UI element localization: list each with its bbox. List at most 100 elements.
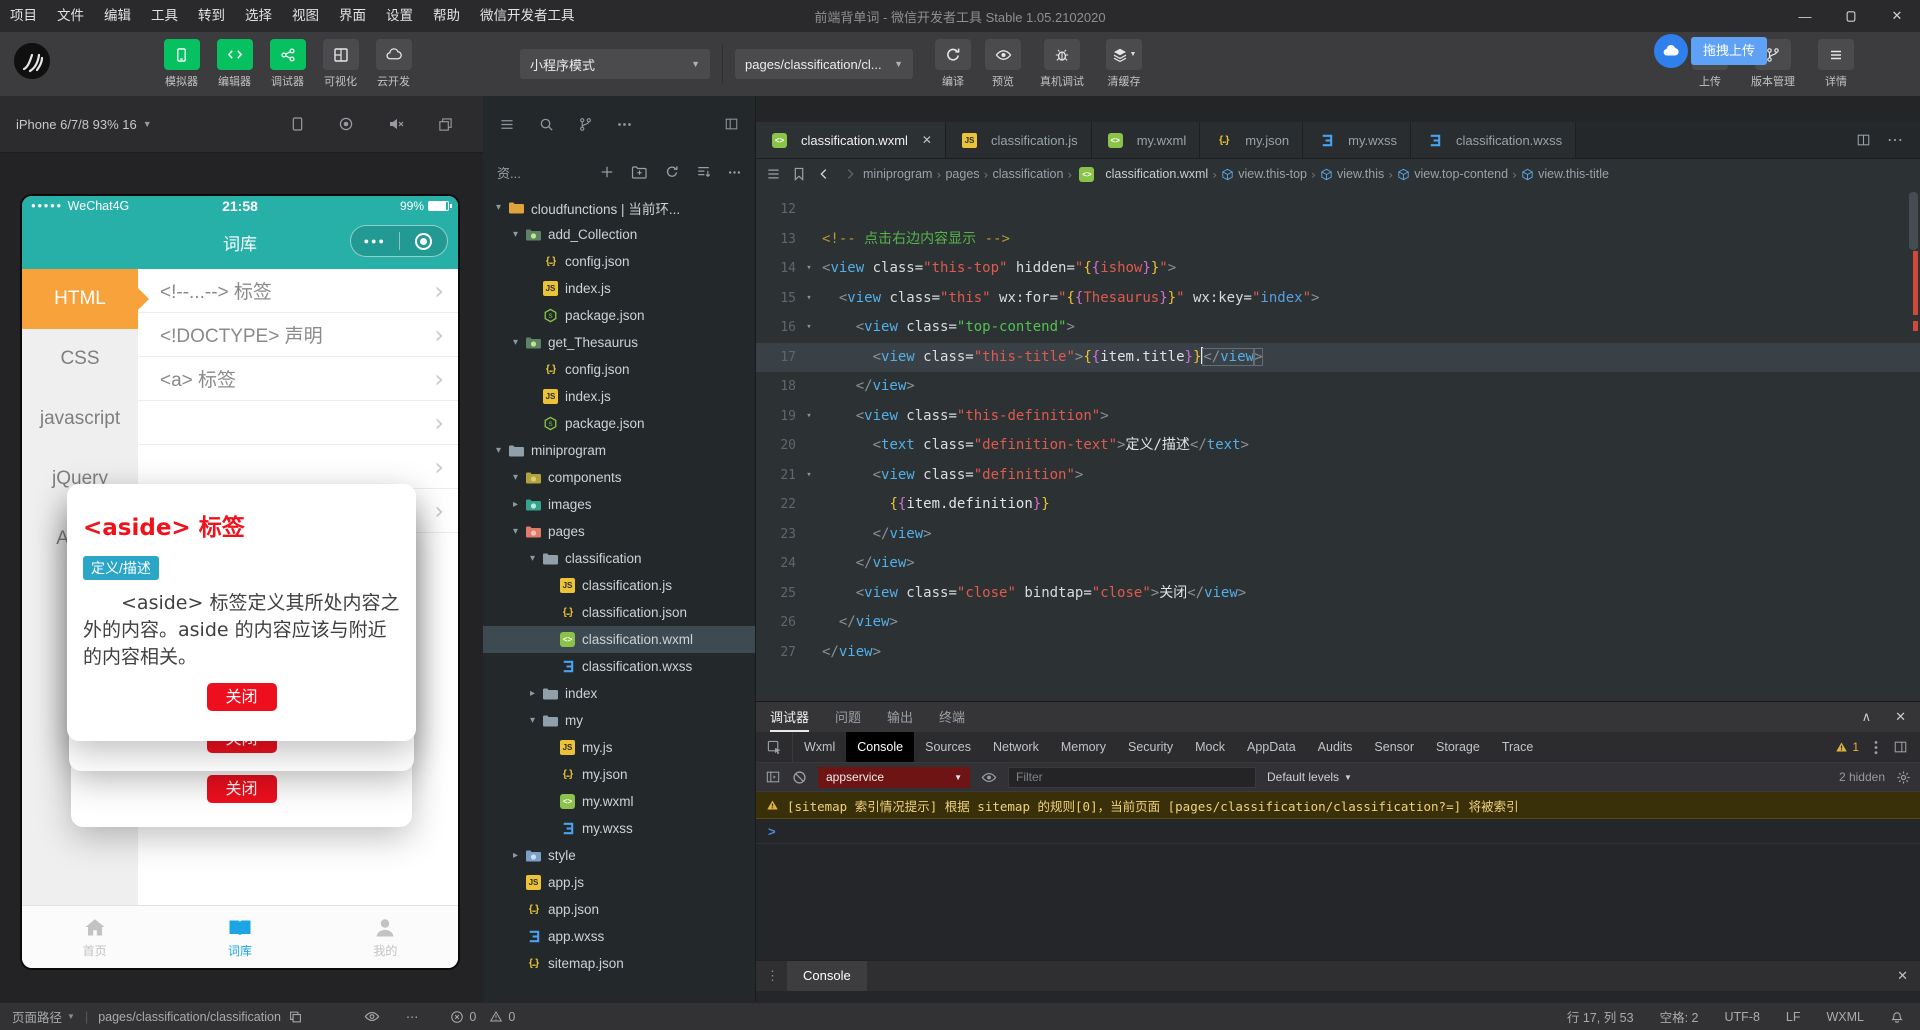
tree-item-config.json[interactable]: {..} config.json xyxy=(483,248,755,275)
list-item-<a> 标签[interactable]: <a> 标签 › xyxy=(138,357,458,401)
breadcrumb-item-view.this-top[interactable]: view.this-top xyxy=(1221,167,1307,181)
menu-item-工具[interactable]: 工具 xyxy=(141,0,188,32)
code-line-17[interactable]: 17 <view class="this-title">{{item.title… xyxy=(756,342,1920,372)
cursor-position[interactable]: 行 17, 列 53 xyxy=(1567,1007,1634,1026)
fold-arrow-icon[interactable]: ▾ xyxy=(796,461,822,491)
sidebar-item-CSS[interactable]: CSS xyxy=(22,329,138,389)
tree-item-my[interactable]: ▾ my xyxy=(483,707,755,734)
menu-item-选择[interactable]: 选择 xyxy=(235,0,282,32)
close-button[interactable]: 关闭 xyxy=(206,683,277,711)
indent-setting[interactable]: 空格: 2 xyxy=(1660,1007,1699,1026)
more-icon[interactable] xyxy=(617,122,632,127)
breadcrumb-item-view.top-contend[interactable]: view.top-contend xyxy=(1397,167,1508,181)
toolbar-button-真机调试[interactable]: 真机调试 xyxy=(1029,39,1095,89)
drawer-tab-输出[interactable]: 输出 xyxy=(887,702,913,732)
tree-item-index.js[interactable]: JS index.js xyxy=(483,275,755,302)
outline-icon[interactable] xyxy=(766,168,781,180)
inspect-element-icon[interactable] xyxy=(756,732,793,762)
console-drawer-tab[interactable]: Console xyxy=(787,961,867,991)
menu-item-界面[interactable]: 界面 xyxy=(329,0,376,32)
code-line-16[interactable]: 16 ▾ <view class="top-contend"> xyxy=(756,313,1920,343)
editor-tab-my.json[interactable]: {..} my.json xyxy=(1200,122,1304,158)
cloud-upload-icon[interactable] xyxy=(1654,34,1688,68)
tree-item-pages[interactable]: ▾ pages xyxy=(483,518,755,545)
breadcrumb-item-classification.wxml[interactable]: <> classification.wxml xyxy=(1076,166,1208,182)
tree-item-get_Thesaurus[interactable]: ▾ get_Thesaurus xyxy=(483,329,755,356)
menu-item-视图[interactable]: 视图 xyxy=(282,0,329,32)
tree-item-my.json[interactable]: {..} my.json xyxy=(483,761,755,788)
close-button[interactable]: 关闭 xyxy=(206,775,277,803)
code-line-12[interactable]: 12 xyxy=(756,195,1920,225)
tree-item-config.json[interactable]: {..} config.json xyxy=(483,356,755,383)
code-line-27[interactable]: 27 </view> xyxy=(756,638,1920,668)
drawer-tab-调试器[interactable]: 调试器 xyxy=(770,702,810,732)
toolbar-button-可视化[interactable]: 可视化 xyxy=(314,39,367,89)
tree-item-classification.js[interactable]: JS classification.js xyxy=(483,572,755,599)
maximize-button[interactable] xyxy=(1828,0,1874,32)
tree-item-index.js[interactable]: JS index.js xyxy=(483,383,755,410)
code-line-20[interactable]: 20 <text class="definition-text">定义/描述</… xyxy=(756,431,1920,461)
eol-setting[interactable]: LF xyxy=(1786,1010,1801,1024)
toolbar-button-编译[interactable]: 编译 xyxy=(929,39,977,89)
toolbar-button-详情[interactable]: 详情 xyxy=(1810,39,1862,89)
list-item[interactable]: › xyxy=(138,445,458,489)
tree-item-classification.json[interactable]: {..} classification.json xyxy=(483,599,755,626)
toolbar-button-云开发[interactable]: 云开发 xyxy=(367,39,420,89)
devtools-tab-Sensor[interactable]: Sensor xyxy=(1363,732,1425,762)
code-line-23[interactable]: 23 </view> xyxy=(756,520,1920,550)
refresh-icon[interactable] xyxy=(665,165,679,179)
close-tab-icon[interactable]: ✕ xyxy=(922,133,932,147)
code-line-22[interactable]: 22 {{item.definition}} xyxy=(756,490,1920,520)
menu-item-文件[interactable]: 文件 xyxy=(47,0,94,32)
float-window-icon[interactable] xyxy=(438,117,453,132)
menu-item-编辑[interactable]: 编辑 xyxy=(94,0,141,32)
copy-path-icon[interactable] xyxy=(289,1010,302,1024)
toolbar-button-预览[interactable]: 预览 xyxy=(977,39,1029,89)
breadcrumb-item-classification[interactable]: classification xyxy=(993,167,1064,181)
context-select[interactable]: appservice ▼ xyxy=(818,766,970,788)
new-folder-icon[interactable] xyxy=(631,165,648,180)
toolbar-button-调试器[interactable]: 调试器 xyxy=(261,39,314,89)
mode-select[interactable]: 小程序模式 ▼ xyxy=(520,49,710,79)
bell-icon[interactable] xyxy=(1890,1009,1904,1024)
tree-item-classification.wxss[interactable]: classification.wxss xyxy=(483,653,755,680)
code-line-14[interactable]: 14 ▾ <view class="this-top" hidden="{{isho… xyxy=(756,254,1920,284)
code-line-19[interactable]: 19 ▾ <view class="this-definition"> xyxy=(756,402,1920,432)
filter-input[interactable] xyxy=(1008,766,1256,788)
page-path-select[interactable]: 页面路径 ▼ xyxy=(12,1007,75,1026)
device-frame-icon[interactable] xyxy=(291,116,304,132)
breadcrumb-item-view.this-title[interactable]: view.this-title xyxy=(1521,167,1609,181)
drawer-tab-终端[interactable]: 终端 xyxy=(939,702,965,732)
console-sidebar-icon[interactable] xyxy=(765,770,781,784)
devtools-tab-Network[interactable]: Network xyxy=(982,732,1050,762)
bookmark-icon[interactable] xyxy=(793,167,805,181)
kebab-menu-icon[interactable] xyxy=(1874,740,1878,755)
more-menu-icon[interactable]: ●●● xyxy=(351,226,399,256)
collapse-sidebar-icon[interactable] xyxy=(724,117,739,131)
close-button[interactable]: ✕ xyxy=(1874,0,1920,32)
tree-item-add_Collection[interactable]: ▾ add_Collection xyxy=(483,221,755,248)
tree-item-classification.wxml[interactable]: <> classification.wxml xyxy=(483,626,755,653)
tree-item-cloudfunctions | 当前环...[interactable]: ▾ cloudfunctions | 当前环... xyxy=(483,194,755,221)
devtools-tab-Trace[interactable]: Trace xyxy=(1491,732,1545,762)
tree-item-my.js[interactable]: JS my.js xyxy=(483,734,755,761)
devtools-tab-Console[interactable]: Console xyxy=(846,732,915,762)
compile-config-select[interactable]: pages/classification/cl... ▼ xyxy=(735,49,913,79)
live-expression-icon[interactable] xyxy=(981,770,997,785)
tree-item-miniprogram[interactable]: ▾ miniprogram xyxy=(483,437,755,464)
tree-item-package.json[interactable]: Spackage.json xyxy=(483,302,755,329)
list-item[interactable]: › xyxy=(138,401,458,445)
breadcrumb-item-view.this[interactable]: view.this xyxy=(1320,167,1384,181)
editor-tab-classification.wxss[interactable]: classification.wxss xyxy=(1410,122,1577,158)
sidebar-item-javascript[interactable]: javascript xyxy=(22,389,138,449)
tabbar-item-词库[interactable]: 词库 xyxy=(167,906,312,968)
console-settings-gear-icon[interactable] xyxy=(1896,770,1911,785)
problems-indicator[interactable]: 0 0 xyxy=(450,1010,515,1024)
more-icon[interactable]: ⋯ xyxy=(1887,130,1904,150)
tree-item-index[interactable]: ▸ index xyxy=(483,680,755,707)
toolbar-button-模拟器[interactable]: 模拟器 xyxy=(155,39,208,89)
devtools-tab-Mock[interactable]: Mock xyxy=(1184,732,1236,762)
devtools-tab-Security[interactable]: Security xyxy=(1117,732,1184,762)
preview-eye-icon[interactable] xyxy=(364,1009,380,1024)
warning-count-badge[interactable]: 1 xyxy=(1835,740,1859,754)
